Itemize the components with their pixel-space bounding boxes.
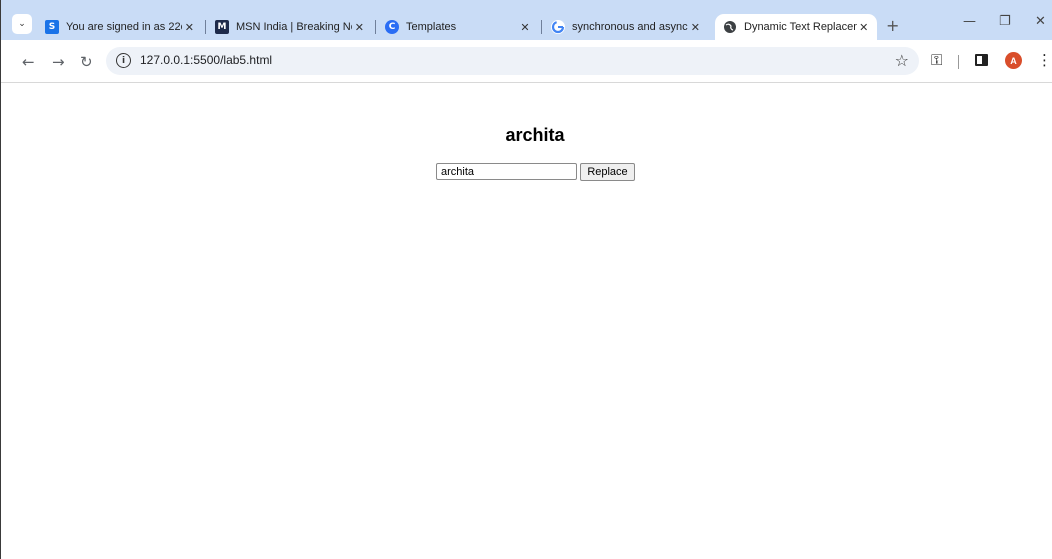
tab-dynamic-text-active[interactable]: Dynamic Text Replaceme ✕ <box>715 14 877 40</box>
google-icon <box>551 20 565 34</box>
tab-separator <box>375 20 376 34</box>
restore-icon[interactable]: ❐ <box>999 14 1011 29</box>
tab-separator <box>541 20 542 34</box>
tab-google-search[interactable]: synchronous and asynch ✕ <box>543 14 709 40</box>
tab-search-button[interactable]: ⌄ <box>12 14 32 34</box>
reload-icon[interactable]: ↻ <box>80 53 93 71</box>
site-info-icon[interactable]: i <box>116 53 131 68</box>
minimize-icon[interactable]: — <box>963 14 976 29</box>
tab-separator <box>205 20 206 34</box>
browser-toolbar: ← → ↻ i 127.0.0.1:5500/lab5.html ☆ ⚿ ⋮ <box>1 40 1052 83</box>
tab-title: Dynamic Text Replaceme <box>744 21 857 33</box>
tab-favicon-icon: M <box>215 20 229 34</box>
tab-title: MSN India | Breaking Ne <box>236 21 352 33</box>
close-icon[interactable]: ✕ <box>352 19 367 35</box>
url-text[interactable]: 127.0.0.1:5500/lab5.html <box>140 53 272 67</box>
page-heading: archita <box>505 125 565 145</box>
globe-icon <box>723 20 737 34</box>
tab-signed-in[interactable]: S You are signed in as 22c ✕ <box>37 14 203 40</box>
tab-title: You are signed in as 22c <box>66 21 182 33</box>
page-content: archita Replace <box>1 84 1052 559</box>
new-tab-plus-icon[interactable]: + <box>886 16 899 35</box>
toolbar-separator <box>958 55 959 69</box>
chevron-down-icon: ⌄ <box>18 19 26 29</box>
address-bar[interactable]: i 127.0.0.1:5500/lab5.html ☆ <box>106 47 919 75</box>
replace-text-input[interactable] <box>436 163 577 180</box>
tab-title: synchronous and asynch <box>572 21 688 33</box>
extensions-puzzle-icon[interactable]: ⚿ <box>931 51 942 69</box>
more-menu-icon[interactable]: ⋮ <box>1037 51 1052 69</box>
close-icon[interactable]: ✕ <box>857 19 871 35</box>
close-icon[interactable]: ✕ <box>182 19 197 35</box>
profile-avatar[interactable]: A <box>1005 52 1022 69</box>
back-arrow-icon[interactable]: ← <box>22 53 35 71</box>
tab-strip: ⌄ S You are signed in as 22c ✕ M MSN Ind… <box>1 0 1052 40</box>
browser-window: ⌄ S You are signed in as 22c ✕ M MSN Ind… <box>0 0 1052 559</box>
close-icon[interactable]: ✕ <box>688 19 703 35</box>
forward-arrow-icon[interactable]: → <box>52 53 65 71</box>
close-icon[interactable]: ✕ <box>517 19 533 35</box>
tab-msn[interactable]: M MSN India | Breaking Ne ✕ <box>207 14 373 40</box>
tab-title: Templates <box>406 21 457 33</box>
replace-button[interactable]: Replace <box>580 163 635 181</box>
tab-favicon-icon: C <box>385 20 399 34</box>
bookmark-star-icon[interactable]: ☆ <box>895 51 909 70</box>
tab-favicon-icon: S <box>45 20 59 34</box>
window-close-icon[interactable]: ✕ <box>1035 14 1046 29</box>
tab-templates[interactable]: C Templates ✕ <box>377 14 539 40</box>
side-panel-icon[interactable] <box>975 54 988 66</box>
